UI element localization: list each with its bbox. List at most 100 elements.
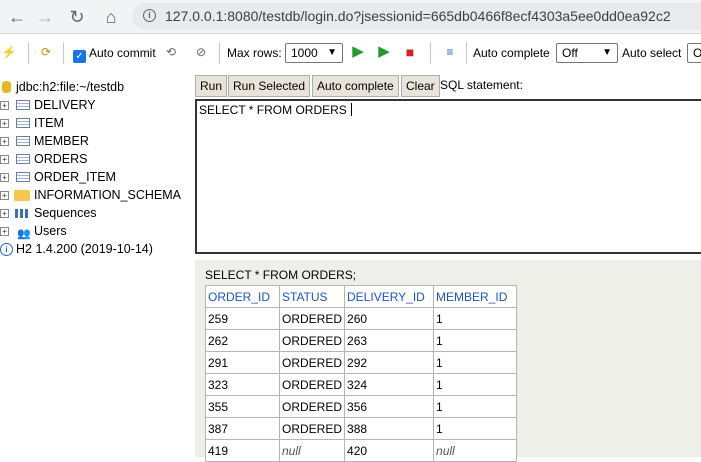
toolbar-separator (466, 42, 467, 64)
clear-button[interactable]: Clear (401, 75, 440, 97)
sequence-icon (15, 209, 30, 218)
table-cell: 1 (433, 373, 518, 396)
table-cell: 420 (344, 439, 435, 462)
auto-complete-button[interactable]: Auto complete (312, 75, 399, 97)
expand-icon[interactable]: + (0, 227, 9, 236)
table-cell: 419 (205, 439, 280, 462)
tree-sequences[interactable]: + Sequences (0, 204, 195, 222)
toolbar-separator (430, 42, 431, 64)
checkbox-checked-icon[interactable]: ✓ (73, 50, 86, 63)
table-row: 291 ORDERED 292 1 (205, 351, 518, 374)
table-row: 387 ORDERED 388 1 (205, 417, 518, 440)
column-header-status[interactable]: STATUS (278, 285, 346, 308)
site-info-icon[interactable]: i (143, 9, 156, 22)
table-header-row: ORDER_ID STATUS DELIVERY_ID MEMBER_ID (205, 285, 518, 308)
reload-icon[interactable]: ↻ (66, 6, 88, 28)
stop-icon[interactable]: ■ (401, 43, 419, 61)
run-selected-icon[interactable]: ▶ (375, 43, 393, 61)
run-icon[interactable]: ▶ (349, 43, 367, 61)
result-statement: SELECT * FROM ORDERS; (205, 268, 357, 282)
tree-users[interactable]: + 👥 Users (0, 222, 195, 240)
run-button[interactable]: Run (195, 75, 228, 97)
folder-icon (14, 190, 30, 201)
toolbar-separator (63, 42, 64, 64)
table-cell: 388 (344, 417, 435, 440)
auto-complete-label: Auto complete (473, 46, 550, 60)
sql-statement-label: SQL statement: (440, 78, 523, 92)
table-cell: ORDERED (278, 373, 346, 396)
table-cell: ORDERED (278, 307, 346, 330)
tree-table-item[interactable]: + ITEM (0, 114, 195, 132)
result-panel: SELECT * FROM ORDERS; ORDER_ID STATUS DE… (195, 260, 701, 462)
database-icon (2, 81, 11, 93)
tree-table-member[interactable]: + MEMBER (0, 132, 195, 150)
table-row: 262 ORDERED 263 1 (205, 329, 518, 352)
tree-table-delivery[interactable]: + DELIVERY (0, 96, 195, 114)
table-row: 419 null 420 null (205, 439, 518, 462)
chevron-down-icon: ▼ (602, 47, 612, 58)
run-selected-button[interactable]: Run Selected (228, 75, 311, 97)
table-cell: 355 (205, 395, 280, 418)
table-cell: 356 (344, 395, 435, 418)
home-icon[interactable]: ⌂ (100, 6, 122, 28)
table-cell: ORDERED (278, 351, 346, 374)
auto-select-label: Auto select (622, 46, 682, 60)
table-icon (16, 136, 30, 146)
back-icon[interactable]: ← (6, 6, 28, 28)
expand-icon[interactable]: + (0, 119, 9, 128)
expand-icon[interactable]: + (0, 209, 9, 218)
table-cell: 260 (344, 307, 435, 330)
table-cell: 1 (433, 329, 518, 352)
h2-toolbar: ⚡ ⟳ ✓ Auto commit ⟲ ⊘ Max rows: 1000 ▼ ▶ ▶… (0, 34, 701, 70)
table-cell: 1 (433, 307, 518, 330)
history-icon[interactable]: ≡ (441, 43, 459, 61)
table-cell-null: null (433, 439, 518, 462)
column-header-delivery-id[interactable]: DELIVERY_ID (344, 285, 435, 308)
url-text[interactable]: 127.0.0.1:8080/testdb/login.do?jsessioni… (165, 8, 671, 24)
table-cell: 1 (433, 395, 518, 418)
tree-connection[interactable]: jdbc:h2:file:~/testdb (0, 78, 195, 96)
table-cell: 263 (344, 329, 435, 352)
table-icon (16, 118, 30, 128)
max-rows-select[interactable]: 1000 ▼ (285, 43, 343, 63)
auto-commit-checkbox[interactable]: ✓ Auto commit (73, 44, 156, 63)
table-icon (16, 100, 30, 110)
expand-icon[interactable]: + (0, 137, 9, 146)
column-header-member-id[interactable]: MEMBER_ID (433, 285, 518, 308)
rollback-icon[interactable]: ⊘ (192, 43, 210, 61)
commit-icon[interactable]: ⟲ (162, 43, 180, 61)
sql-text[interactable]: SELECT * FROM ORDERS (199, 103, 352, 117)
table-cell: 292 (344, 351, 435, 374)
auto-complete-select[interactable]: Off ▼ (556, 43, 618, 63)
chevron-down-icon: ▼ (327, 47, 337, 58)
table-cell-null: null (278, 439, 346, 462)
table-cell: ORDERED (278, 395, 346, 418)
table-cell: 387 (205, 417, 280, 440)
auto-select-select[interactable]: O (687, 43, 701, 63)
disconnect-icon[interactable]: ⚡ (0, 43, 18, 61)
table-cell: 324 (344, 373, 435, 396)
result-table: ORDER_ID STATUS DELIVERY_ID MEMBER_ID 25… (205, 285, 518, 462)
column-header-order-id[interactable]: ORDER_ID (205, 285, 280, 308)
table-icon (16, 154, 30, 164)
refresh-icon[interactable]: ⟳ (37, 43, 55, 61)
max-rows-label: Max rows: (227, 46, 282, 60)
table-cell: ORDERED (278, 417, 346, 440)
text-cursor (350, 103, 352, 116)
expand-icon[interactable]: + (0, 155, 9, 164)
forward-icon[interactable]: → (34, 6, 56, 28)
expand-icon[interactable]: + (0, 101, 9, 110)
table-cell: 1 (433, 351, 518, 374)
schema-tree: jdbc:h2:file:~/testdb + DELIVERY + ITEM … (0, 78, 195, 258)
browser-toolbar: ← → ↻ ⌂ i 127.0.0.1:8080/testdb/login.do… (0, 0, 701, 34)
sql-editor[interactable]: SELECT * FROM ORDERS (195, 99, 701, 254)
expand-icon[interactable]: + (0, 173, 9, 182)
tree-table-order-item[interactable]: + ORDER_ITEM (0, 168, 195, 186)
address-bar[interactable]: i 127.0.0.1:8080/testdb/login.do?jsessio… (132, 3, 701, 30)
table-row: 355 ORDERED 356 1 (205, 395, 518, 418)
expand-icon[interactable]: + (0, 191, 9, 200)
table-cell: 262 (205, 329, 280, 352)
table-cell: 259 (205, 307, 280, 330)
tree-information-schema[interactable]: + INFORMATION_SCHEMA (0, 186, 195, 204)
tree-table-orders[interactable]: + ORDERS (0, 150, 195, 168)
